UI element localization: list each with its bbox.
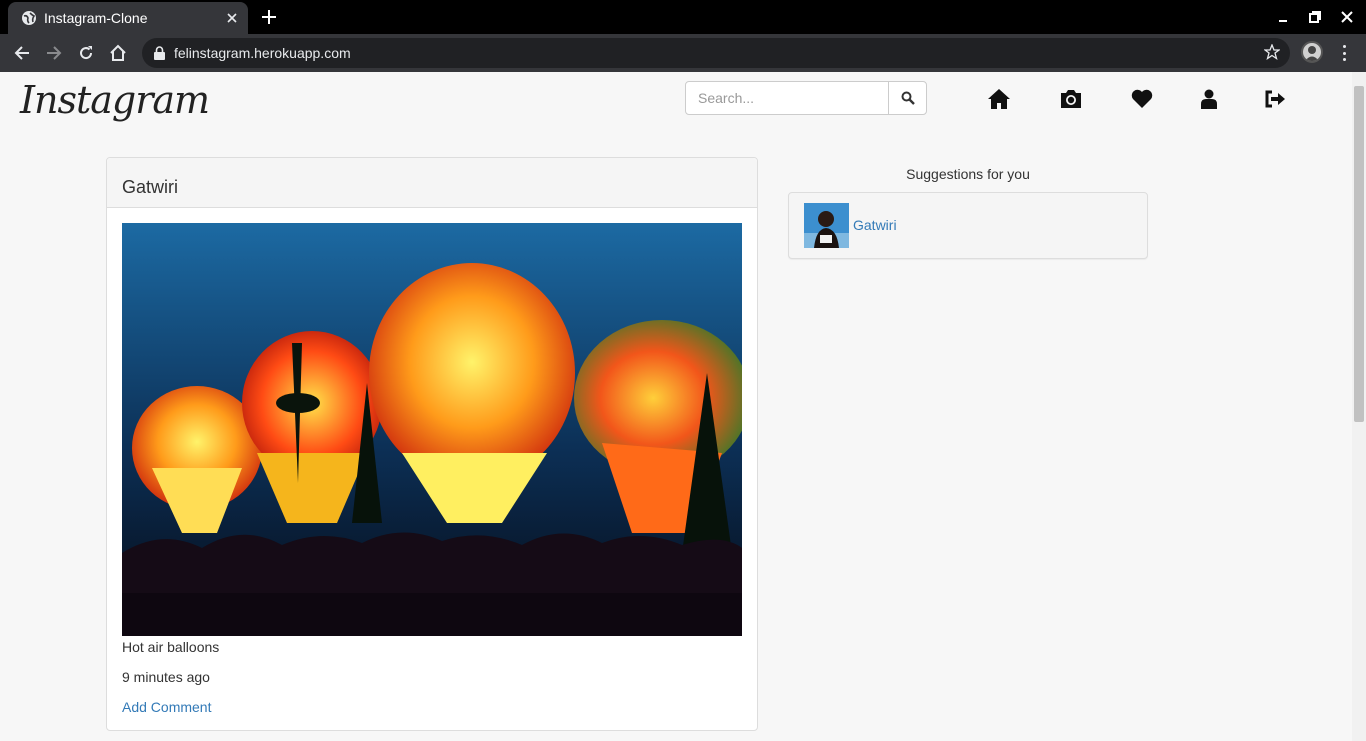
page: Instagram Gatwiri: [0, 72, 1352, 741]
home-icon[interactable]: [987, 87, 1011, 111]
post-image[interactable]: [122, 223, 742, 636]
home-browser-icon[interactable]: [107, 42, 129, 64]
search-icon: [901, 91, 915, 105]
new-tab-icon[interactable]: [258, 6, 280, 28]
add-comment-link[interactable]: Add Comment: [122, 699, 211, 715]
browser-tab-bar: Instagram-Clone: [0, 0, 1366, 34]
minimize-icon[interactable]: [1274, 8, 1292, 26]
search-button[interactable]: [888, 81, 927, 115]
page-scrollbar[interactable]: [1352, 72, 1366, 741]
suggestions-title: Suggestions for you: [906, 166, 1030, 182]
browser-tab[interactable]: Instagram-Clone: [8, 2, 248, 34]
back-arrow-icon[interactable]: [11, 42, 33, 64]
suggestion-item: Gatwiri: [788, 192, 1148, 259]
close-tab-icon[interactable]: [222, 8, 242, 28]
search-input[interactable]: [685, 81, 889, 115]
logout-icon[interactable]: [1263, 87, 1287, 111]
tab-title: Instagram-Clone: [44, 10, 148, 26]
instagram-logo[interactable]: Instagram: [20, 78, 210, 122]
user-icon[interactable]: [1197, 87, 1221, 111]
post-timestamp: 9 minutes ago: [122, 669, 210, 685]
post-caption: Hot air balloons: [122, 639, 220, 655]
restore-icon[interactable]: [1306, 8, 1324, 26]
suggestion-username[interactable]: Gatwiri: [853, 217, 897, 233]
browser-menu-icon[interactable]: [1337, 43, 1351, 63]
post-author[interactable]: Gatwiri: [107, 158, 757, 208]
lock-icon: [154, 46, 165, 65]
search-form: [685, 81, 927, 115]
scrollbar-thumb[interactable]: [1354, 86, 1364, 422]
post-card: Gatwiri Hot air balloons 9 minutes ago A…: [106, 157, 758, 731]
url-text: felinstagram.herokuapp.com: [174, 45, 351, 61]
forward-arrow-icon[interactable]: [43, 42, 65, 64]
profile-avatar-icon[interactable]: [1301, 41, 1323, 63]
address-bar[interactable]: felinstagram.herokuapp.com: [142, 38, 1290, 68]
close-window-icon[interactable]: [1338, 8, 1356, 26]
heart-icon[interactable]: [1130, 87, 1154, 111]
globe-icon: [21, 10, 37, 26]
suggestion-avatar[interactable]: [804, 203, 849, 248]
camera-icon[interactable]: [1059, 87, 1083, 111]
browser-toolbar: felinstagram.herokuapp.com: [0, 34, 1366, 72]
reload-icon[interactable]: [75, 42, 97, 64]
bookmark-star-icon[interactable]: [1263, 43, 1281, 65]
